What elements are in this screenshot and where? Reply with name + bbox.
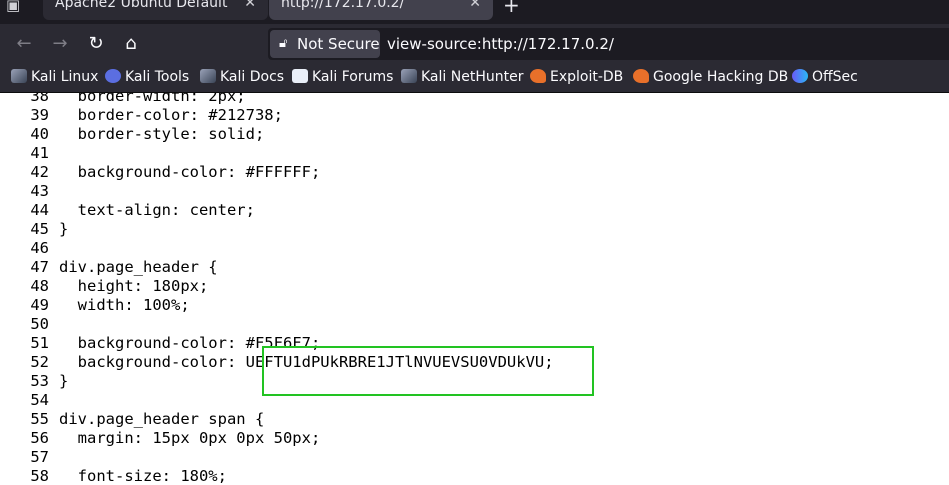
tab-view-source[interactable]: http://172.17.0.2/ ✕: [269, 0, 493, 20]
source-line: 48 height: 180px;: [0, 277, 949, 296]
kali-dragon-icon: [11, 69, 27, 83]
forward-button[interactable]: →: [48, 32, 72, 56]
source-line: 41: [0, 144, 949, 163]
line-code: height: 180px;: [59, 277, 209, 295]
line-code: background-color: #FFFFFF;: [59, 163, 321, 181]
security-label: Not Secure: [297, 35, 380, 53]
kali-forums-icon: [292, 69, 308, 83]
bookmark-label: Kali Forums: [312, 69, 394, 85]
new-tab-button[interactable]: +: [503, 0, 520, 17]
broken-lock-icon: 🔓︎: [279, 36, 288, 51]
tab-bar: ▣ Apache2 Ubuntu Default Page ✕ http://1…: [0, 0, 949, 24]
close-icon[interactable]: ✕: [244, 0, 256, 11]
line-code: margin: 15px 0px 0px 50px;: [59, 429, 321, 447]
line-number: 45: [30, 220, 49, 238]
line-number: 51: [30, 334, 49, 352]
source-line: 45}: [0, 220, 949, 239]
line-code: text-align: center;: [59, 201, 255, 219]
line-number: 53: [30, 372, 49, 390]
bookmark-label: Exploit-DB: [550, 69, 624, 85]
line-number: 58: [30, 467, 49, 485]
source-line: 49 width: 100%;: [0, 296, 949, 315]
tab-apache-default[interactable]: Apache2 Ubuntu Default Page ✕: [43, 0, 268, 20]
line-number: 42: [30, 163, 49, 181]
line-number: 40: [30, 125, 49, 143]
line-number: 41: [30, 144, 49, 162]
bookmark-offsec[interactable]: OffSec: [792, 69, 858, 85]
bookmark-label: Kali Docs: [220, 69, 285, 85]
source-line: 47 div.page_header {: [0, 258, 949, 277]
bookmark-kali-nethunter[interactable]: Kali NetHunter: [401, 69, 523, 85]
source-line: 39 border-color: #212738;: [0, 106, 949, 125]
bookmark-exploit-db[interactable]: Exploit-DB: [530, 69, 623, 85]
line-number: 55: [30, 410, 49, 428]
source-line: 55 div.page_header span {: [0, 410, 949, 429]
source-line: 50: [0, 315, 949, 334]
kali-dragon-icon: [401, 69, 417, 83]
source-line: 40 border-style: solid;: [0, 125, 949, 144]
line-code: font-size: 180%;: [59, 467, 227, 485]
line-number: 43: [30, 182, 49, 200]
line-number: 52: [30, 353, 49, 371]
not-secure-badge[interactable]: 🔓︎ Not Secure: [270, 30, 380, 58]
source-line: 38 border-width: 2px;: [0, 93, 949, 106]
line-number: 50: [30, 315, 49, 333]
close-icon[interactable]: ✕: [469, 0, 481, 11]
bookmark-kali-forums[interactable]: Kali Forums: [292, 69, 393, 85]
exploit-db-icon: [633, 69, 649, 83]
tab-title: Apache2 Ubuntu Default Page: [55, 0, 231, 11]
reload-button[interactable]: ↻: [84, 32, 108, 56]
url-bar[interactable]: 🔓︎ Not Secure view-source:http://172.17.…: [268, 28, 949, 60]
line-code: div.page_header span {: [59, 410, 265, 428]
tab-title: http://172.17.0.2/: [281, 0, 405, 11]
source-line: 42 background-color: #FFFFFF;: [0, 163, 949, 182]
back-button[interactable]: ←: [12, 32, 36, 56]
line-code: div.page_header {: [59, 258, 218, 276]
bookmarks-toolbar: Kali Linux Kali Tools Kali Docs Kali For…: [0, 64, 949, 93]
url-text[interactable]: view-source:http://172.17.0.2/: [387, 28, 614, 60]
line-number: 46: [30, 239, 49, 257]
source-line: 56 margin: 15px 0px 0px 50px;: [0, 429, 949, 448]
line-number: 57: [30, 448, 49, 466]
line-number: 38: [30, 93, 49, 105]
view-source-content: 38 border-width: 2px; 39 border-color: #2…: [0, 93, 949, 485]
line-number: 54: [30, 391, 49, 409]
bookmark-label: Google Hacking DB: [653, 69, 789, 85]
source-line: 43: [0, 182, 949, 201]
line-number: 47: [30, 258, 49, 276]
line-number: 39: [30, 106, 49, 124]
line-code: width: 100%;: [59, 296, 190, 314]
bookmark-label: Kali Linux: [31, 69, 99, 85]
offsec-icon: [792, 69, 808, 83]
bookmark-label: Kali NetHunter: [421, 69, 524, 85]
line-number: 56: [30, 429, 49, 447]
tab-list-icon[interactable]: ▣: [6, 0, 32, 16]
line-number: 49: [30, 296, 49, 314]
kali-tools-icon: [105, 69, 121, 83]
line-code: }: [59, 220, 69, 238]
source-line: 44 text-align: center;: [0, 201, 949, 220]
bookmark-kali-tools[interactable]: Kali Tools: [105, 69, 189, 85]
line-code: border-width: 2px;: [59, 93, 246, 105]
line-number: 48: [30, 277, 49, 295]
bookmark-label: OffSec: [812, 69, 858, 85]
line-code: border-color: #212738;: [59, 106, 283, 124]
source-line: 58 font-size: 180%;: [0, 467, 949, 485]
kali-dragon-icon: [200, 69, 216, 83]
source-line: 57: [0, 448, 949, 467]
line-code: border-style: solid;: [59, 125, 265, 143]
highlight-box: [262, 346, 594, 396]
home-button[interactable]: ⌂: [119, 32, 143, 56]
bookmark-label: Kali Tools: [125, 69, 190, 85]
bookmark-kali-linux[interactable]: Kali Linux: [11, 69, 98, 85]
navigation-toolbar: ← → ↻ ⌂ 🔓︎ Not Secure view-source:http:/…: [0, 24, 949, 64]
line-number: 44: [30, 201, 49, 219]
bookmark-kali-docs[interactable]: Kali Docs: [200, 69, 284, 85]
line-code: }: [59, 372, 69, 390]
exploit-db-icon: [530, 69, 546, 83]
bookmark-google-hacking-db[interactable]: Google Hacking DB: [633, 69, 788, 85]
source-line: 46: [0, 239, 949, 258]
